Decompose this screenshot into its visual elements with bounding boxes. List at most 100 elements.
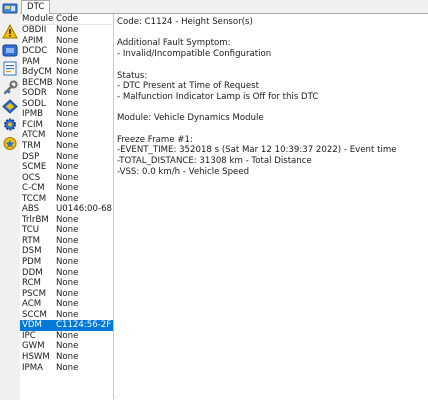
module-cell: TCU [22,225,40,236]
code-cell: None [56,119,79,130]
detail-line: -TOTAL_DISTANCE: 31308 km - Total Distan… [117,156,312,167]
table-row[interactable]: RCM None [20,278,113,289]
code-cell: None [56,351,79,362]
badge-icon[interactable] [2,135,18,151]
table-row[interactable]: OBDII None [20,25,113,36]
detail-line: Status: [117,70,148,81]
module-cell: APIM [22,35,44,46]
module-cell: TCCM [22,193,47,204]
resize-grip-icon[interactable]: ⋰ [114,394,120,400]
module-cell: GWM [22,341,45,352]
table-row[interactable]: PDM None [20,257,113,268]
code-cell: None [56,267,79,278]
table-row[interactable]: SCCM None [20,310,113,321]
code-cell: None [56,225,79,236]
table-row[interactable]: ACM None [20,299,113,310]
code-cell: None [56,278,79,289]
code-cell: None [56,67,79,78]
table-row[interactable]: IPMB None [20,109,113,120]
table-row[interactable]: TRM None [20,141,113,152]
module-cell: ABS [22,204,40,215]
module-cell: DCDC [22,46,48,57]
list-rows: OBDII None APIM None DCDC None PAM None BdyCM Non… [20,25,113,373]
table-row[interactable]: TCU None [20,225,113,236]
module-cell: DSM [22,246,42,257]
module-cell: TRM [22,141,41,152]
table-row[interactable]: DCDC None [20,46,113,57]
module-cell: IPC [22,330,36,341]
module-cell: PAM [22,56,40,67]
code-cell: None [56,35,79,46]
module-cell: PSCM [22,288,47,299]
warning-icon[interactable] [2,23,18,39]
code-cell: None [56,109,79,120]
table-row[interactable]: TrlrBM None [20,215,113,226]
table-row[interactable]: ABS U0146:00-68 [20,204,113,215]
module-cell: BdyCM [22,67,52,78]
table-row[interactable]: ATCM None [20,130,113,141]
code-cell: U0146:00-68 [56,204,113,215]
table-row[interactable]: VDM C1124:56-2F [20,320,113,331]
code-cell: None [56,235,79,246]
code-cell: None [56,288,79,299]
module-icon[interactable] [2,42,18,58]
module-cell: TrlrBM [22,214,49,225]
table-row[interactable]: DSP None [20,152,113,163]
table-row[interactable]: IPC None [20,331,113,342]
list-header: Module Code [20,14,113,25]
report-icon[interactable] [2,60,18,76]
code-cell: None [56,162,79,173]
code-cell: None [56,193,79,204]
column-header-code[interactable]: Code [54,14,113,24]
module-cell: ATCM [22,130,46,141]
detail-line: Code: C1124 - Height Sensor(s) [117,17,253,27]
module-cell: RCM [22,278,41,289]
detail-line: Freeze Frame #1: [117,134,193,145]
table-row[interactable]: PSCM None [20,289,113,300]
code-cell: None [56,172,79,183]
code-cell: None [56,214,79,225]
table-row[interactable]: FCIM None [20,120,113,131]
table-row[interactable]: TCCM None [20,194,113,205]
table-row[interactable]: IPMA None [20,363,113,374]
table-row[interactable]: SODR None [20,88,113,99]
table-row[interactable]: SCME None [20,162,113,173]
table-row[interactable]: HSWM None [20,352,113,363]
table-row[interactable]: DDM None [20,268,113,279]
code-cell: None [56,25,79,35]
detail-line: - DTC Present at Time of Request [117,81,259,92]
code-cell: None [56,183,79,194]
table-row[interactable]: BdyCM None [20,67,113,78]
tab-bar: DTC [20,0,428,14]
tab-dtc[interactable]: DTC [21,0,51,14]
ecu-icon[interactable] [2,1,18,17]
module-cell: IPMA [22,362,44,373]
table-row[interactable]: SODL None [20,99,113,110]
table-row[interactable]: OCS None [20,173,113,184]
diamond-icon[interactable] [2,98,18,114]
table-row[interactable]: GWM None [20,341,113,352]
gear-icon[interactable] [2,116,18,132]
module-cell: DDM [22,267,43,278]
code-cell: None [56,77,79,88]
code-cell: None [56,98,79,109]
module-cell: SODL [22,98,46,109]
code-cell: None [56,56,79,67]
wrench-icon[interactable] [2,79,18,95]
module-cell: PDM [22,257,42,268]
column-header-module[interactable]: Module [20,14,54,24]
code-cell: None [56,46,79,57]
code-cell: None [56,151,79,162]
detail-line: -EVENT_TIME: 352018 s (Sat Mar 12 10:39:… [117,145,397,156]
code-cell: None [56,88,79,99]
module-cell: OBDII [22,25,47,35]
table-row[interactable]: PAM None [20,57,113,68]
detail-line: - Malfunction Indicator Lamp is Off for … [117,91,319,102]
dtc-module-list[interactable]: Module Code OBDII None APIM None DCDC None PAM… [20,14,114,400]
detail-line: - Invalid/Incompatible Configuration [117,49,272,60]
table-row[interactable]: APIM None [20,36,113,47]
table-row[interactable]: C-CM None [20,183,113,194]
table-row[interactable]: DSM None [20,246,113,257]
table-row[interactable]: RTM None [20,236,113,247]
table-row[interactable]: BECMB None [20,78,113,89]
